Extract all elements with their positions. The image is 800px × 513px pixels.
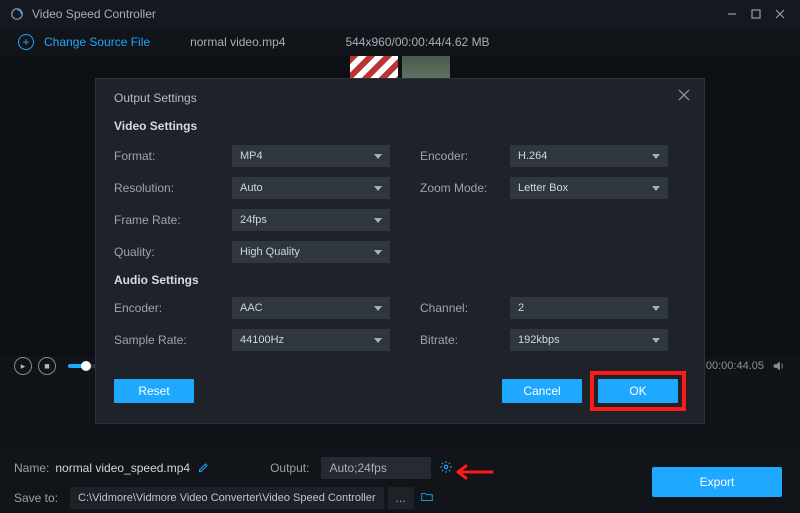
channel-label: Channel: [420, 301, 510, 315]
chevron-down-icon [374, 186, 382, 191]
format-select[interactable]: MP4 [232, 145, 390, 167]
chevron-down-icon [652, 154, 660, 159]
encoder-label: Encoder: [420, 149, 510, 163]
source-filename: normal video.mp4 [190, 35, 285, 49]
minimize-button[interactable] [722, 4, 742, 24]
chevron-down-icon [652, 306, 660, 311]
quality-label: Quality: [114, 245, 232, 259]
name-label: Name: [14, 461, 49, 475]
zoom-label: Zoom Mode: [420, 181, 510, 195]
progress-slider[interactable] [68, 364, 98, 368]
saveto-label: Save to: [14, 491, 58, 505]
chevron-down-icon [374, 154, 382, 159]
export-button[interactable]: Export [652, 467, 782, 497]
samplerate-label: Sample Rate: [114, 333, 232, 347]
ok-button-highlight: OK [590, 371, 686, 411]
framerate-label: Frame Rate: [114, 213, 232, 227]
browse-path-button[interactable]: ... [388, 487, 414, 509]
output-settings-gear-icon[interactable] [439, 460, 453, 477]
ok-button[interactable]: OK [598, 379, 678, 403]
chevron-down-icon [374, 306, 382, 311]
dialog-title: Output Settings [114, 91, 686, 105]
saveto-path[interactable]: C:\Vidmore\Vidmore Video Converter\Video… [70, 487, 384, 509]
zoom-mode-select[interactable]: Letter Box [510, 177, 668, 199]
output-name-value: normal video_speed.mp4 [55, 461, 190, 475]
audio-encoder-select[interactable]: AAC [232, 297, 390, 319]
edit-name-icon[interactable] [198, 461, 210, 476]
app-title: Video Speed Controller [32, 7, 156, 21]
cancel-button[interactable]: Cancel [502, 379, 582, 403]
output-preset-value: Auto;24fps [329, 461, 386, 475]
volume-icon[interactable] [772, 359, 786, 373]
audio-settings-heading: Audio Settings [114, 273, 686, 287]
annotation-arrow-icon [456, 462, 494, 482]
channel-select[interactable]: 2 [510, 297, 668, 319]
chevron-down-icon [652, 186, 660, 191]
chevron-down-icon [374, 338, 382, 343]
chevron-down-icon [374, 250, 382, 255]
maximize-button[interactable] [746, 4, 766, 24]
samplerate-select[interactable]: 44100Hz [232, 329, 390, 351]
quality-select[interactable]: High Quality [232, 241, 390, 263]
dialog-close-icon[interactable] [678, 89, 690, 104]
output-settings-dialog: Output Settings Video Settings Format: M… [95, 78, 705, 424]
play-button[interactable]: ▸ [14, 357, 32, 375]
output-label: Output: [270, 461, 309, 475]
change-source-link[interactable]: Change Source File [44, 35, 150, 49]
audio-encoder-label: Encoder: [114, 301, 232, 315]
chevron-down-icon [374, 218, 382, 223]
format-label: Format: [114, 149, 232, 163]
duration-readout: 00:00:44.05 [706, 360, 764, 372]
resolution-label: Resolution: [114, 181, 232, 195]
resolution-select[interactable]: Auto [232, 177, 390, 199]
reset-button[interactable]: Reset [114, 379, 194, 403]
output-preset-select[interactable]: Auto;24fps [321, 457, 431, 479]
open-folder-icon[interactable] [420, 490, 434, 507]
stop-button[interactable]: ■ [38, 357, 56, 375]
chevron-down-icon [652, 338, 660, 343]
video-encoder-select[interactable]: H.264 [510, 145, 668, 167]
close-button[interactable] [770, 4, 790, 24]
bitrate-select[interactable]: 192kbps [510, 329, 668, 351]
video-settings-heading: Video Settings [114, 119, 686, 133]
bitrate-label: Bitrate: [420, 333, 510, 347]
source-meta: 544x960/00:00:44/4.62 MB [345, 35, 489, 49]
add-source-icon[interactable]: + [18, 34, 34, 50]
app-logo-icon [10, 7, 24, 21]
framerate-select[interactable]: 24fps [232, 209, 390, 231]
